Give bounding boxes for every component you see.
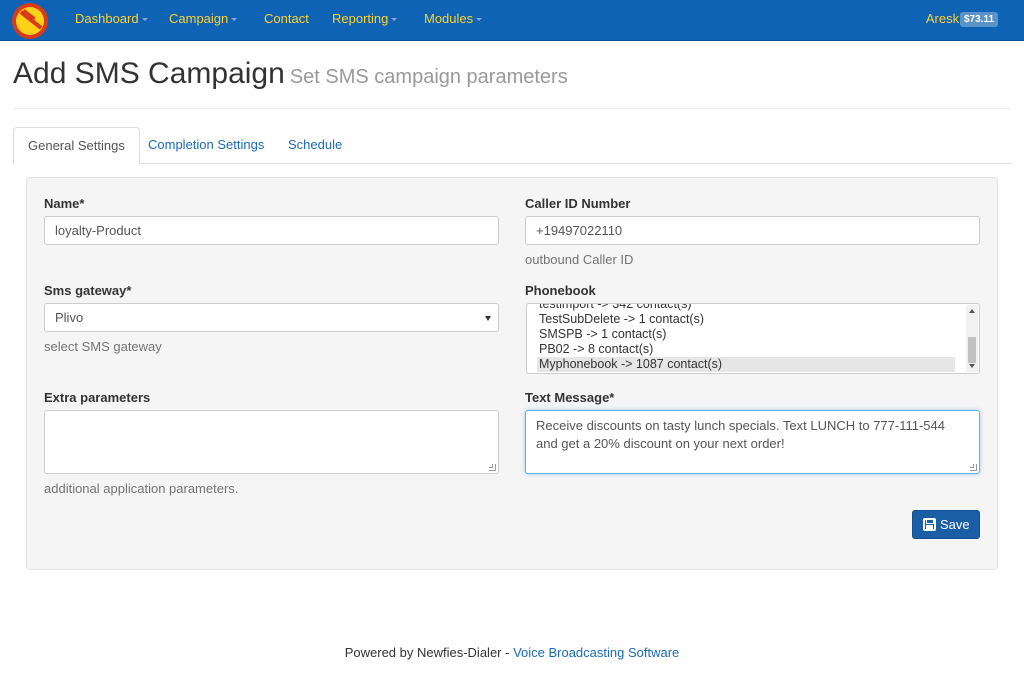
nav-contact[interactable]: Contact xyxy=(264,11,309,26)
text-message-value: Receive discounts on tasty lunch special… xyxy=(536,418,945,451)
phonebook-option-selected[interactable]: Myphonebook -> 1087 contact(s) xyxy=(537,357,955,372)
sms-gateway-label: Sms gateway* xyxy=(44,283,132,298)
tab-schedule-label: Schedule xyxy=(288,137,343,152)
footer-link[interactable]: Voice Broadcasting Software xyxy=(513,645,679,660)
nav-contact-label: Contact xyxy=(264,11,309,26)
name-input-value: loyalty-Product xyxy=(55,223,141,238)
phonebook-option[interactable]: SMSPB -> 1 contact(s) xyxy=(537,327,955,342)
scroll-down-arrow-icon[interactable] xyxy=(969,364,975,368)
top-navbar: Dashboard Campaign Contact Reporting Mod… xyxy=(0,0,1024,41)
chevron-down-icon xyxy=(141,18,148,22)
extra-parameters-textarea[interactable] xyxy=(44,410,499,474)
extra-parameters-help: additional application parameters. xyxy=(44,481,239,496)
name-label: Name* xyxy=(44,196,85,211)
sms-gateway-value: Plivo xyxy=(55,310,84,325)
caller-id-help: outbound Caller ID xyxy=(525,252,634,267)
extra-parameters-label: Extra parameters xyxy=(44,390,151,405)
nav-modules[interactable]: Modules xyxy=(424,11,483,26)
tab-completion-settings-label: Completion Settings xyxy=(148,137,265,152)
resize-handle-icon[interactable] xyxy=(970,464,977,471)
resize-handle-icon[interactable] xyxy=(489,464,496,471)
save-button-label: Save xyxy=(940,517,970,532)
user-menu[interactable]: Areski xyxy=(926,11,962,26)
phonebook-option[interactable]: TestSubDelete -> 1 contact(s) xyxy=(537,312,955,327)
caller-id-input[interactable]: +19497022110 xyxy=(525,216,980,245)
user-name: Areski xyxy=(925,11,962,26)
phonebook-option[interactable]: testimport -> 342 contact(s) xyxy=(537,304,955,312)
page-title: Add SMS Campaign Set SMS campaign paramet… xyxy=(13,57,568,91)
chevron-down-icon xyxy=(231,18,238,22)
page-footer: Powered by Newfies-Dialer - Voice Broadc… xyxy=(0,645,1024,660)
tab-bar: General Settings Completion Settings Sch… xyxy=(13,127,1011,165)
balance-badge: $73.11 xyxy=(960,12,999,27)
caller-id-label: Caller ID Number xyxy=(525,196,631,211)
scroll-up-arrow-icon[interactable] xyxy=(969,309,975,313)
caller-id-input-value: +19497022110 xyxy=(536,223,623,238)
page-subtitle: Set SMS campaign parameters xyxy=(289,66,568,88)
dropdown-arrow-icon xyxy=(485,316,491,321)
tab-general-settings-label: General Settings xyxy=(28,138,125,153)
chevron-down-icon xyxy=(476,18,483,22)
nav-reporting-label: Reporting xyxy=(332,11,389,26)
tab-completion-settings[interactable]: Completion Settings xyxy=(134,127,278,164)
tab-general-settings[interactable]: General Settings xyxy=(13,127,140,165)
header-divider xyxy=(13,108,1011,109)
nav-modules-label: Modules xyxy=(424,11,474,26)
nav-dashboard-label: Dashboard xyxy=(75,11,139,26)
floppy-disk-icon xyxy=(923,518,936,531)
phonebook-scrollbar[interactable] xyxy=(966,305,978,372)
sms-gateway-help: select SMS gateway xyxy=(44,339,162,354)
nav-campaign-label: Campaign xyxy=(169,11,229,26)
nav-dashboard[interactable]: Dashboard xyxy=(75,11,148,26)
nav-reporting[interactable]: Reporting xyxy=(332,11,398,26)
phonebook-label: Phonebook xyxy=(525,283,596,298)
phonebook-option[interactable]: PB02 -> 8 contact(s) xyxy=(537,342,955,357)
newfies-logo-icon[interactable] xyxy=(12,3,48,39)
sms-gateway-select[interactable]: Plivo xyxy=(44,303,499,332)
text-message-textarea[interactable]: Receive discounts on tasty lunch special… xyxy=(525,410,980,474)
footer-text: Powered by Newfies-Dialer - xyxy=(344,645,514,660)
save-button[interactable]: Save xyxy=(912,510,980,539)
phonebook-listbox[interactable]: testimport -> 342 contact(s) TestSubDele… xyxy=(526,303,980,374)
name-input[interactable]: loyalty-Product xyxy=(44,216,499,245)
nav-campaign[interactable]: Campaign xyxy=(169,11,238,26)
tab-schedule[interactable]: Schedule xyxy=(274,127,356,164)
text-message-label: Text Message* xyxy=(525,390,615,405)
chevron-down-icon xyxy=(391,18,398,22)
page-title-text: Add SMS Campaign xyxy=(13,57,285,90)
scrollbar-thumb[interactable] xyxy=(968,337,976,363)
